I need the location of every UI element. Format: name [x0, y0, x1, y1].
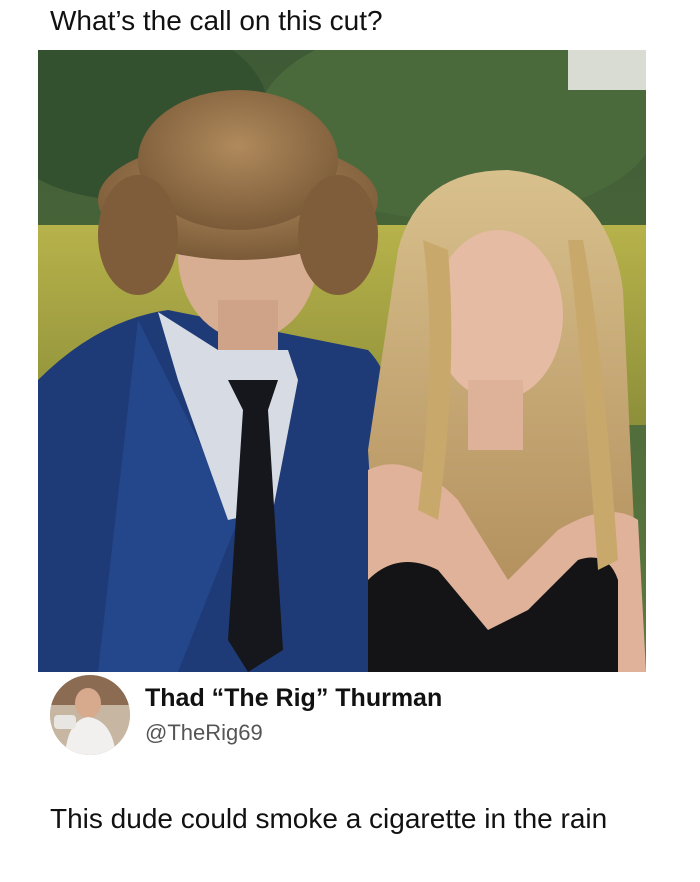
- author-name[interactable]: Thad “The Rig” Thurman: [145, 683, 442, 713]
- photo-image: [38, 50, 646, 672]
- avatar-image: [50, 675, 130, 755]
- post-photo[interactable]: [38, 50, 646, 672]
- avatar[interactable]: [50, 675, 130, 755]
- post-body-text: This dude could smoke a cigarette in the…: [50, 803, 608, 834]
- author-block[interactable]: Thad “The Rig” Thurman @TheRig69: [50, 675, 650, 757]
- author-handle[interactable]: @TheRig69: [145, 719, 263, 747]
- post-title: What’s the call on this cut?: [50, 5, 383, 36]
